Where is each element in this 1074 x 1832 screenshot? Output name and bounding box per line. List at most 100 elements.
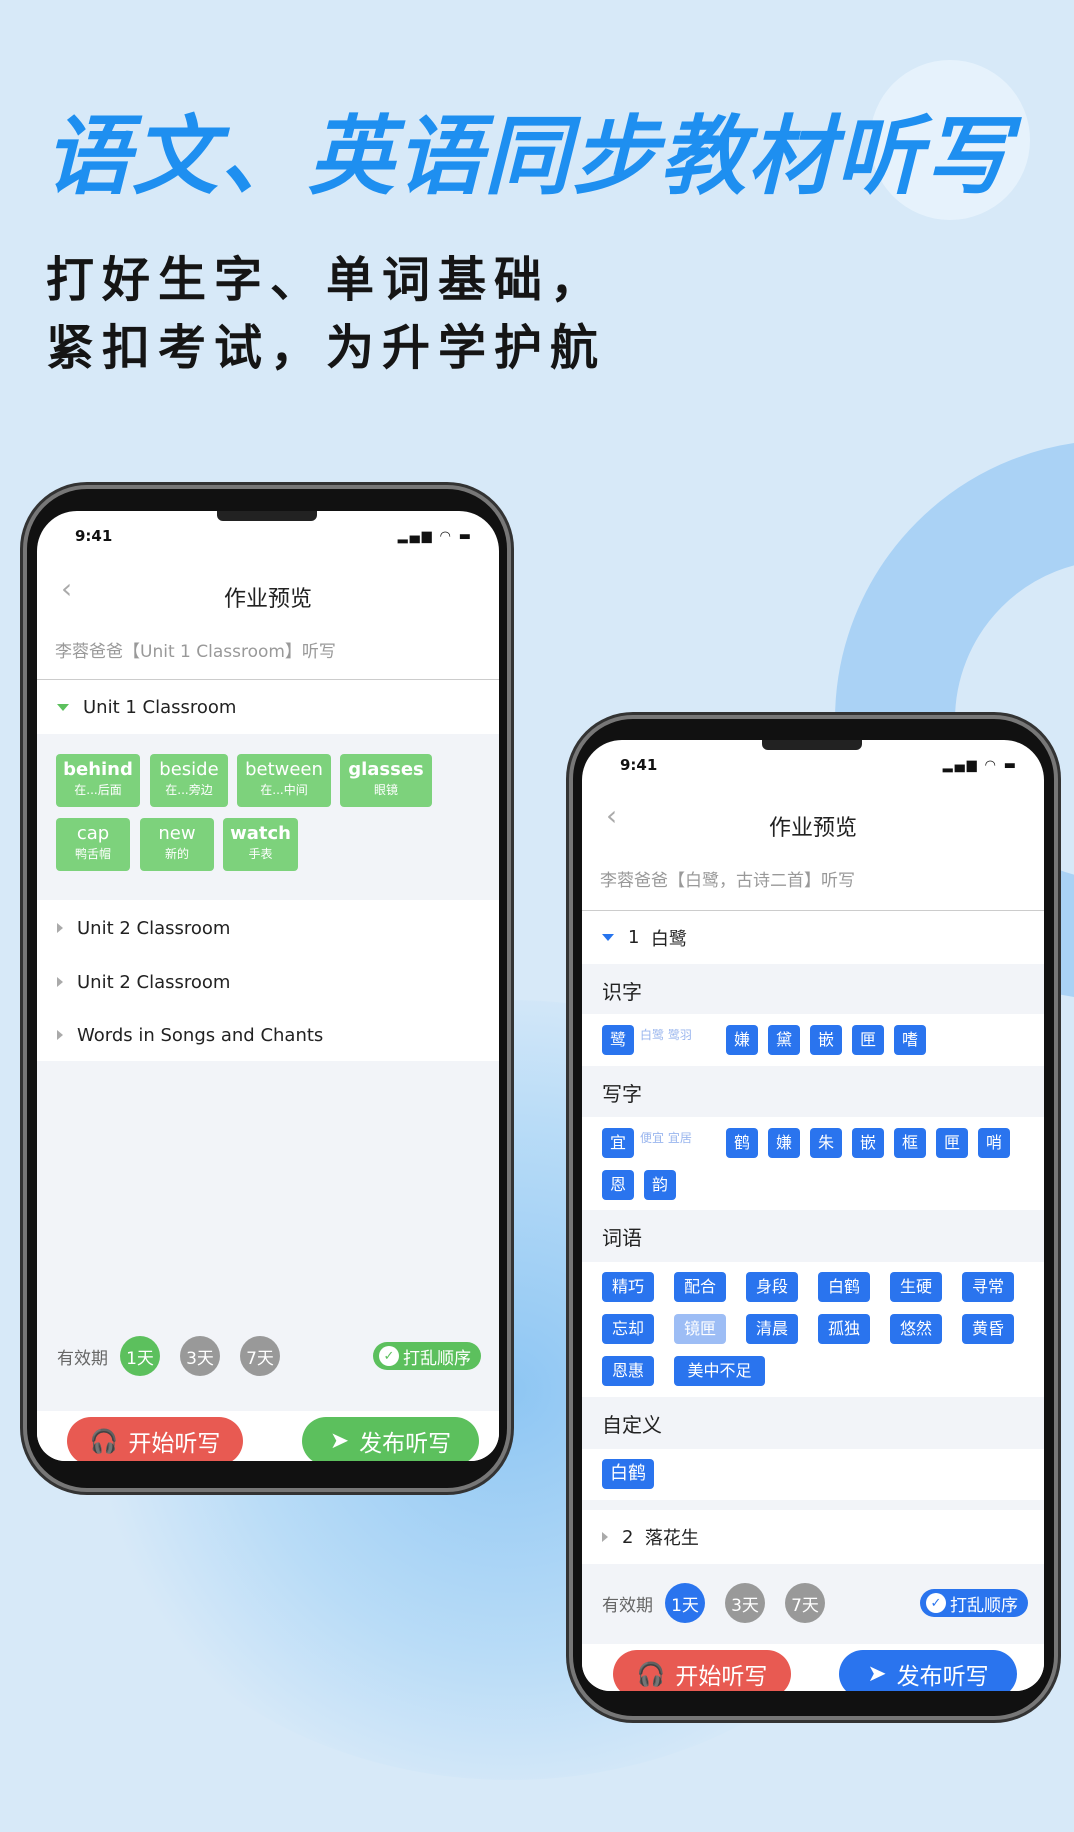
section-header: 自定义: [582, 1397, 1044, 1449]
custom-chip[interactable]: 白鹤: [602, 1459, 654, 1489]
phrase-chip[interactable]: 生硬: [890, 1272, 942, 1302]
lesson-name: 落花生: [644, 1528, 699, 1549]
char-chip[interactable]: 哨: [978, 1128, 1010, 1158]
meaning: 眼镜: [373, 783, 398, 797]
caret-right-icon: [57, 977, 63, 987]
phrase-chip-disabled[interactable]: 镜匣: [674, 1314, 726, 1344]
status-icons: ▂▄▆ ◠ ▬: [942, 758, 1018, 773]
char-chip[interactable]: 嵌: [852, 1128, 884, 1158]
meaning: 鸭舌帽: [74, 847, 111, 861]
char-chip[interactable]: 宜: [602, 1128, 634, 1158]
start-dictation-button[interactable]: 🎧 开始听写: [67, 1417, 243, 1461]
char-chip[interactable]: 黛: [768, 1025, 800, 1055]
char-chip[interactable]: 嫌: [768, 1128, 800, 1158]
phrase-chip[interactable]: 寻常: [962, 1272, 1014, 1302]
phrase-chip[interactable]: 配合: [674, 1272, 726, 1302]
word: between: [245, 759, 323, 780]
word: glasses: [348, 759, 424, 780]
caret-right-icon: [57, 1030, 63, 1040]
char-chip[interactable]: 嫌: [726, 1025, 758, 1055]
word-chip[interactable]: beside 在...旁边: [150, 754, 228, 807]
status-bar: 9:41 ▂▄▆ ◠ ▬: [582, 756, 1044, 780]
char-chip[interactable]: 嗜: [894, 1025, 926, 1055]
char-chip[interactable]: 嵌: [810, 1025, 842, 1055]
char-chip[interactable]: 鹭: [602, 1025, 634, 1055]
publish-dictation-button[interactable]: ➤ 发布听写: [302, 1417, 479, 1461]
word-chip[interactable]: behind 在...后面: [56, 754, 140, 807]
lesson-row[interactable]: 2 落花生: [582, 1510, 1044, 1564]
section-header: 词语: [582, 1210, 1044, 1262]
caret-down-icon: [57, 703, 69, 711]
day-option-1[interactable]: 1天: [120, 1336, 160, 1376]
char-chip[interactable]: 恩: [602, 1170, 634, 1200]
unit-label: Unit 2 Classroom: [77, 971, 231, 993]
paper-plane-icon: ➤: [867, 1661, 887, 1687]
phrase-chip[interactable]: 美中不足: [674, 1356, 765, 1386]
phrase-chip[interactable]: 身段: [746, 1272, 798, 1302]
subline-2: 紧扣考试，为升学护航: [46, 320, 607, 376]
assignment-subtitle: 李蓉爸爸【Unit 1 Classroom】听写: [55, 642, 336, 662]
char-chip[interactable]: 鹤: [726, 1128, 758, 1158]
status-bar: 9:41 ▂▄▆ ◠ ▬: [37, 527, 499, 551]
section-header: 写字: [582, 1066, 1044, 1117]
status-time: 9:41: [620, 756, 658, 774]
publish-label: 发布听写: [896, 1664, 989, 1690]
phone-screen-2: 9:41 ▂▄▆ ◠ ▬ ‹ 作业预览 李蓉爸爸【白鹭，古诗二首】听写 1 白鹭…: [582, 740, 1044, 1691]
unit-row[interactable]: Unit 2 Classroom: [37, 901, 499, 955]
meaning: 在...中间: [260, 783, 308, 797]
shuffle-toggle[interactable]: ✓ 打乱顺序: [373, 1342, 481, 1370]
recognize-chips: 鹭 白鹭 鹭羽 嫌 黛 嵌 匣 嗜: [582, 1014, 1044, 1066]
validity-label: 有效期: [602, 1595, 653, 1616]
phrase-chip[interactable]: 黄昏: [962, 1314, 1014, 1344]
day-option-7[interactable]: 7天: [240, 1336, 280, 1376]
page-title: 作业预览: [223, 587, 312, 612]
unit-label: Unit 2 Classroom: [77, 917, 231, 939]
bottom-bar: 🎧 开始听写 ➤ 发布听写: [37, 1411, 499, 1461]
day-option-7[interactable]: 7天: [785, 1583, 825, 1623]
word-chip[interactable]: glasses 眼镜: [340, 754, 432, 807]
meaning: 手表: [248, 847, 273, 861]
check-icon: ✓: [379, 1346, 399, 1366]
word: behind: [63, 759, 133, 780]
spacer: [582, 1500, 1044, 1510]
phrase-chip[interactable]: 悠然: [890, 1314, 942, 1344]
word-chip[interactable]: new 新的: [140, 818, 214, 871]
shuffle-label: 打乱顺序: [403, 1348, 471, 1369]
caret-right-icon: [602, 1532, 608, 1542]
day-option-3[interactable]: 3天: [725, 1583, 765, 1623]
custom-chips: 白鹤: [582, 1449, 1044, 1500]
phrase-chip[interactable]: 恩惠: [602, 1356, 654, 1386]
shuffle-toggle[interactable]: ✓ 打乱顺序: [920, 1589, 1028, 1617]
word: beside: [159, 759, 219, 780]
char-chip[interactable]: 韵: [644, 1170, 676, 1200]
word-chip-area: behind 在...后面 beside 在...旁边 between 在...中间 …: [37, 734, 499, 900]
shuffle-label: 打乱顺序: [950, 1595, 1018, 1616]
phrase-chip[interactable]: 忘却: [602, 1314, 654, 1344]
char-chip[interactable]: 朱: [810, 1128, 842, 1158]
unit-label: Unit 1 Classroom: [83, 696, 237, 718]
assignment-subtitle: 李蓉爸爸【白鹭，古诗二首】听写: [600, 871, 855, 891]
day-option-3[interactable]: 3天: [180, 1336, 220, 1376]
unit-row[interactable]: Unit 2 Classroom: [37, 955, 499, 1009]
word-chip[interactable]: between 在...中间: [237, 754, 331, 807]
paper-plane-icon: ➤: [329, 1428, 350, 1454]
word-chip[interactable]: cap 鸭舌帽: [56, 818, 130, 871]
phrase-chip[interactable]: 白鹤: [818, 1272, 870, 1302]
word-chip[interactable]: watch 手表: [223, 818, 298, 871]
word: watch: [230, 823, 291, 844]
publish-dictation-button[interactable]: ➤ 发布听写: [839, 1650, 1017, 1691]
unit-row[interactable]: Words in Songs and Chants: [37, 1009, 499, 1061]
phrase-chip[interactable]: 精巧: [602, 1272, 654, 1302]
unit-row-expanded[interactable]: Unit 1 Classroom: [37, 680, 499, 734]
phrase-chip[interactable]: 孤独: [818, 1314, 870, 1344]
meaning: 在...后面: [74, 783, 122, 797]
meaning: 新的: [164, 847, 189, 861]
phrase-chip[interactable]: 清晨: [746, 1314, 798, 1344]
phrase-chips: 精巧 配合 身段 白鹤 生硬 寻常 忘却 镜匣 清晨 孤独 悠然 黄昏 恩惠 美…: [582, 1262, 1044, 1397]
start-dictation-button[interactable]: 🎧 开始听写: [613, 1650, 791, 1691]
lesson-row-expanded[interactable]: 1 白鹭: [582, 911, 1044, 964]
char-chip[interactable]: 匣: [936, 1128, 968, 1158]
day-option-1[interactable]: 1天: [665, 1583, 705, 1623]
char-chip[interactable]: 匣: [852, 1025, 884, 1055]
char-chip[interactable]: 框: [894, 1128, 926, 1158]
